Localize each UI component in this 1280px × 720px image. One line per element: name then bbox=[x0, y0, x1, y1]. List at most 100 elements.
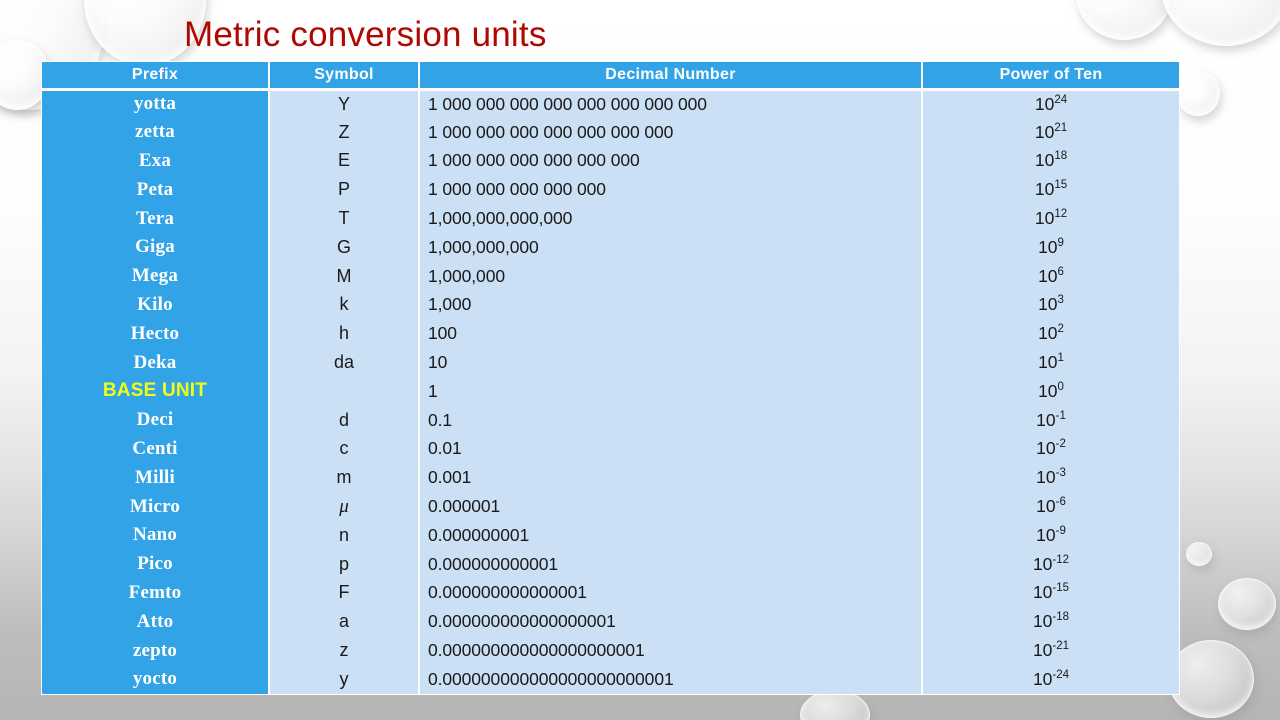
power-base: 10 bbox=[1034, 93, 1055, 114]
power-exponent: -24 bbox=[1052, 669, 1070, 682]
table-row: Mega M 1,000,000 106 bbox=[42, 261, 1179, 291]
power-exponent: -9 bbox=[1055, 525, 1066, 538]
column-header-symbol: Symbol bbox=[269, 62, 420, 91]
cell-symbol: y bbox=[269, 664, 420, 694]
cell-symbol bbox=[269, 376, 420, 406]
cell-decimal-number: 0.1 bbox=[419, 405, 923, 435]
cell-power-of-ten: 109 bbox=[922, 232, 1179, 262]
table-row: yotta Y 1 000 000 000 000 000 000 000 000 1… bbox=[42, 89, 1179, 118]
cell-symbol: F bbox=[269, 578, 420, 608]
cell-symbol: M bbox=[269, 261, 420, 291]
power-exponent: 21 bbox=[1054, 121, 1068, 134]
cell-prefix: Giga bbox=[42, 232, 270, 262]
cell-prefix: Pico bbox=[42, 549, 270, 579]
cell-prefix: zepto bbox=[42, 636, 270, 665]
cell-prefix: Tera bbox=[42, 204, 270, 233]
cell-prefix: Centi bbox=[42, 434, 270, 464]
droplet-decoration bbox=[1218, 578, 1276, 630]
cell-symbol: z bbox=[269, 636, 420, 665]
cell-symbol: Z bbox=[269, 117, 420, 147]
power-base: 10 bbox=[1038, 265, 1058, 286]
power-base: 10 bbox=[1038, 236, 1058, 257]
cell-decimal-number: 1 000 000 000 000 000 000 000 bbox=[419, 117, 923, 147]
cell-prefix: yocto bbox=[42, 664, 270, 694]
power-base: 10 bbox=[1036, 409, 1056, 430]
cell-prefix: Deka bbox=[42, 348, 270, 377]
cell-decimal-number: 0.000000000000000000001 bbox=[419, 636, 923, 665]
cell-power-of-ten: 1015 bbox=[922, 175, 1179, 205]
table-body: yotta Y 1 000 000 000 000 000 000 000 000 1… bbox=[42, 89, 1179, 694]
power-exponent: 9 bbox=[1057, 237, 1064, 250]
table-row: Atto a 0.000000000000000001 10-18 bbox=[42, 607, 1179, 637]
cell-decimal-number: 1,000 bbox=[419, 290, 923, 320]
power-exponent: -12 bbox=[1052, 553, 1070, 566]
power-exponent: 6 bbox=[1057, 265, 1064, 278]
cell-symbol: c bbox=[269, 434, 420, 464]
cell-power-of-ten: 106 bbox=[922, 261, 1179, 291]
cell-prefix: Nano bbox=[42, 520, 270, 550]
power-exponent: 15 bbox=[1054, 179, 1068, 192]
cell-prefix: Hecto bbox=[42, 319, 270, 349]
power-exponent: 24 bbox=[1054, 93, 1068, 106]
power-base: 10 bbox=[1038, 352, 1058, 373]
cell-decimal-number: 0.000000000000001 bbox=[419, 578, 923, 608]
column-header-decimal-number: Decimal Number bbox=[419, 62, 923, 91]
table-row: Kilo k 1,000 103 bbox=[42, 290, 1179, 320]
droplet-decoration bbox=[1176, 70, 1220, 116]
table-row: Milli m 0.001 10-3 bbox=[42, 463, 1179, 493]
cell-prefix-base-unit: BASE UNIT bbox=[42, 376, 270, 406]
table-row: Deci d 0.1 10-1 bbox=[42, 405, 1179, 435]
cell-symbol: Y bbox=[269, 89, 420, 118]
power-exponent: -2 bbox=[1055, 438, 1066, 451]
cell-power-of-ten: 103 bbox=[922, 290, 1179, 320]
cell-power-of-ten: 1024 bbox=[922, 89, 1179, 118]
cell-prefix: Exa bbox=[42, 146, 270, 176]
cell-symbol: da bbox=[269, 348, 420, 377]
cell-decimal-number: 0.000000000000000000000001 bbox=[419, 664, 923, 694]
cell-prefix: zetta bbox=[42, 117, 270, 147]
power-base: 10 bbox=[1032, 640, 1053, 661]
metric-conversion-table-container: Prefix Symbol Decimal Number Power of Te… bbox=[41, 61, 1180, 695]
table-row: Femto F 0.000000000000001 10-15 bbox=[42, 578, 1179, 608]
power-exponent: -21 bbox=[1052, 640, 1070, 653]
table-row: Nano n 0.000000001 10-9 bbox=[42, 520, 1179, 550]
cell-decimal-number: 0.000000000000000001 bbox=[419, 607, 923, 637]
cell-prefix: Peta bbox=[42, 175, 270, 205]
cell-power-of-ten: 10-21 bbox=[922, 636, 1179, 665]
power-base: 10 bbox=[1036, 467, 1056, 488]
cell-power-of-ten: 1021 bbox=[922, 117, 1179, 147]
power-base: 10 bbox=[1036, 524, 1056, 545]
cell-power-of-ten: 10-1 bbox=[922, 405, 1179, 435]
power-exponent: 0 bbox=[1057, 381, 1064, 394]
cell-decimal-number: 1 000 000 000 000 000 000 bbox=[419, 146, 923, 176]
power-exponent: -1 bbox=[1055, 409, 1066, 422]
power-exponent: -3 bbox=[1055, 467, 1066, 480]
power-base: 10 bbox=[1036, 496, 1056, 517]
power-base: 10 bbox=[1034, 150, 1055, 171]
cell-decimal-number: 1 000 000 000 000 000 bbox=[419, 175, 923, 205]
metric-conversion-table: Prefix Symbol Decimal Number Power of Te… bbox=[42, 62, 1179, 694]
power-base: 10 bbox=[1032, 582, 1053, 603]
cell-power-of-ten: 102 bbox=[922, 319, 1179, 349]
power-base: 10 bbox=[1038, 323, 1058, 344]
cell-power-of-ten: 1018 bbox=[922, 146, 1179, 176]
table-row: Exa E 1 000 000 000 000 000 000 1018 bbox=[42, 146, 1179, 176]
table-row: Hecto h 100 102 bbox=[42, 319, 1179, 349]
cell-decimal-number: 100 bbox=[419, 319, 923, 349]
cell-prefix: Atto bbox=[42, 607, 270, 637]
power-exponent: -6 bbox=[1055, 496, 1066, 509]
cell-decimal-number: 1,000,000,000,000 bbox=[419, 204, 923, 233]
cell-power-of-ten: 10-24 bbox=[922, 664, 1179, 694]
cell-power-of-ten: 100 bbox=[922, 376, 1179, 406]
power-base: 10 bbox=[1034, 121, 1055, 142]
cell-symbol: d bbox=[269, 405, 420, 435]
cell-decimal-number: 0.01 bbox=[419, 434, 923, 464]
cell-decimal-number: 0.000001 bbox=[419, 492, 923, 521]
cell-prefix: Deci bbox=[42, 405, 270, 435]
power-base: 10 bbox=[1032, 611, 1053, 632]
cell-symbol: μ bbox=[269, 492, 420, 521]
cell-decimal-number: 1 000 000 000 000 000 000 000 000 bbox=[419, 89, 923, 118]
cell-prefix: Kilo bbox=[42, 290, 270, 320]
cell-prefix: Mega bbox=[42, 261, 270, 291]
table-header: Prefix Symbol Decimal Number Power of Te… bbox=[42, 62, 1179, 91]
